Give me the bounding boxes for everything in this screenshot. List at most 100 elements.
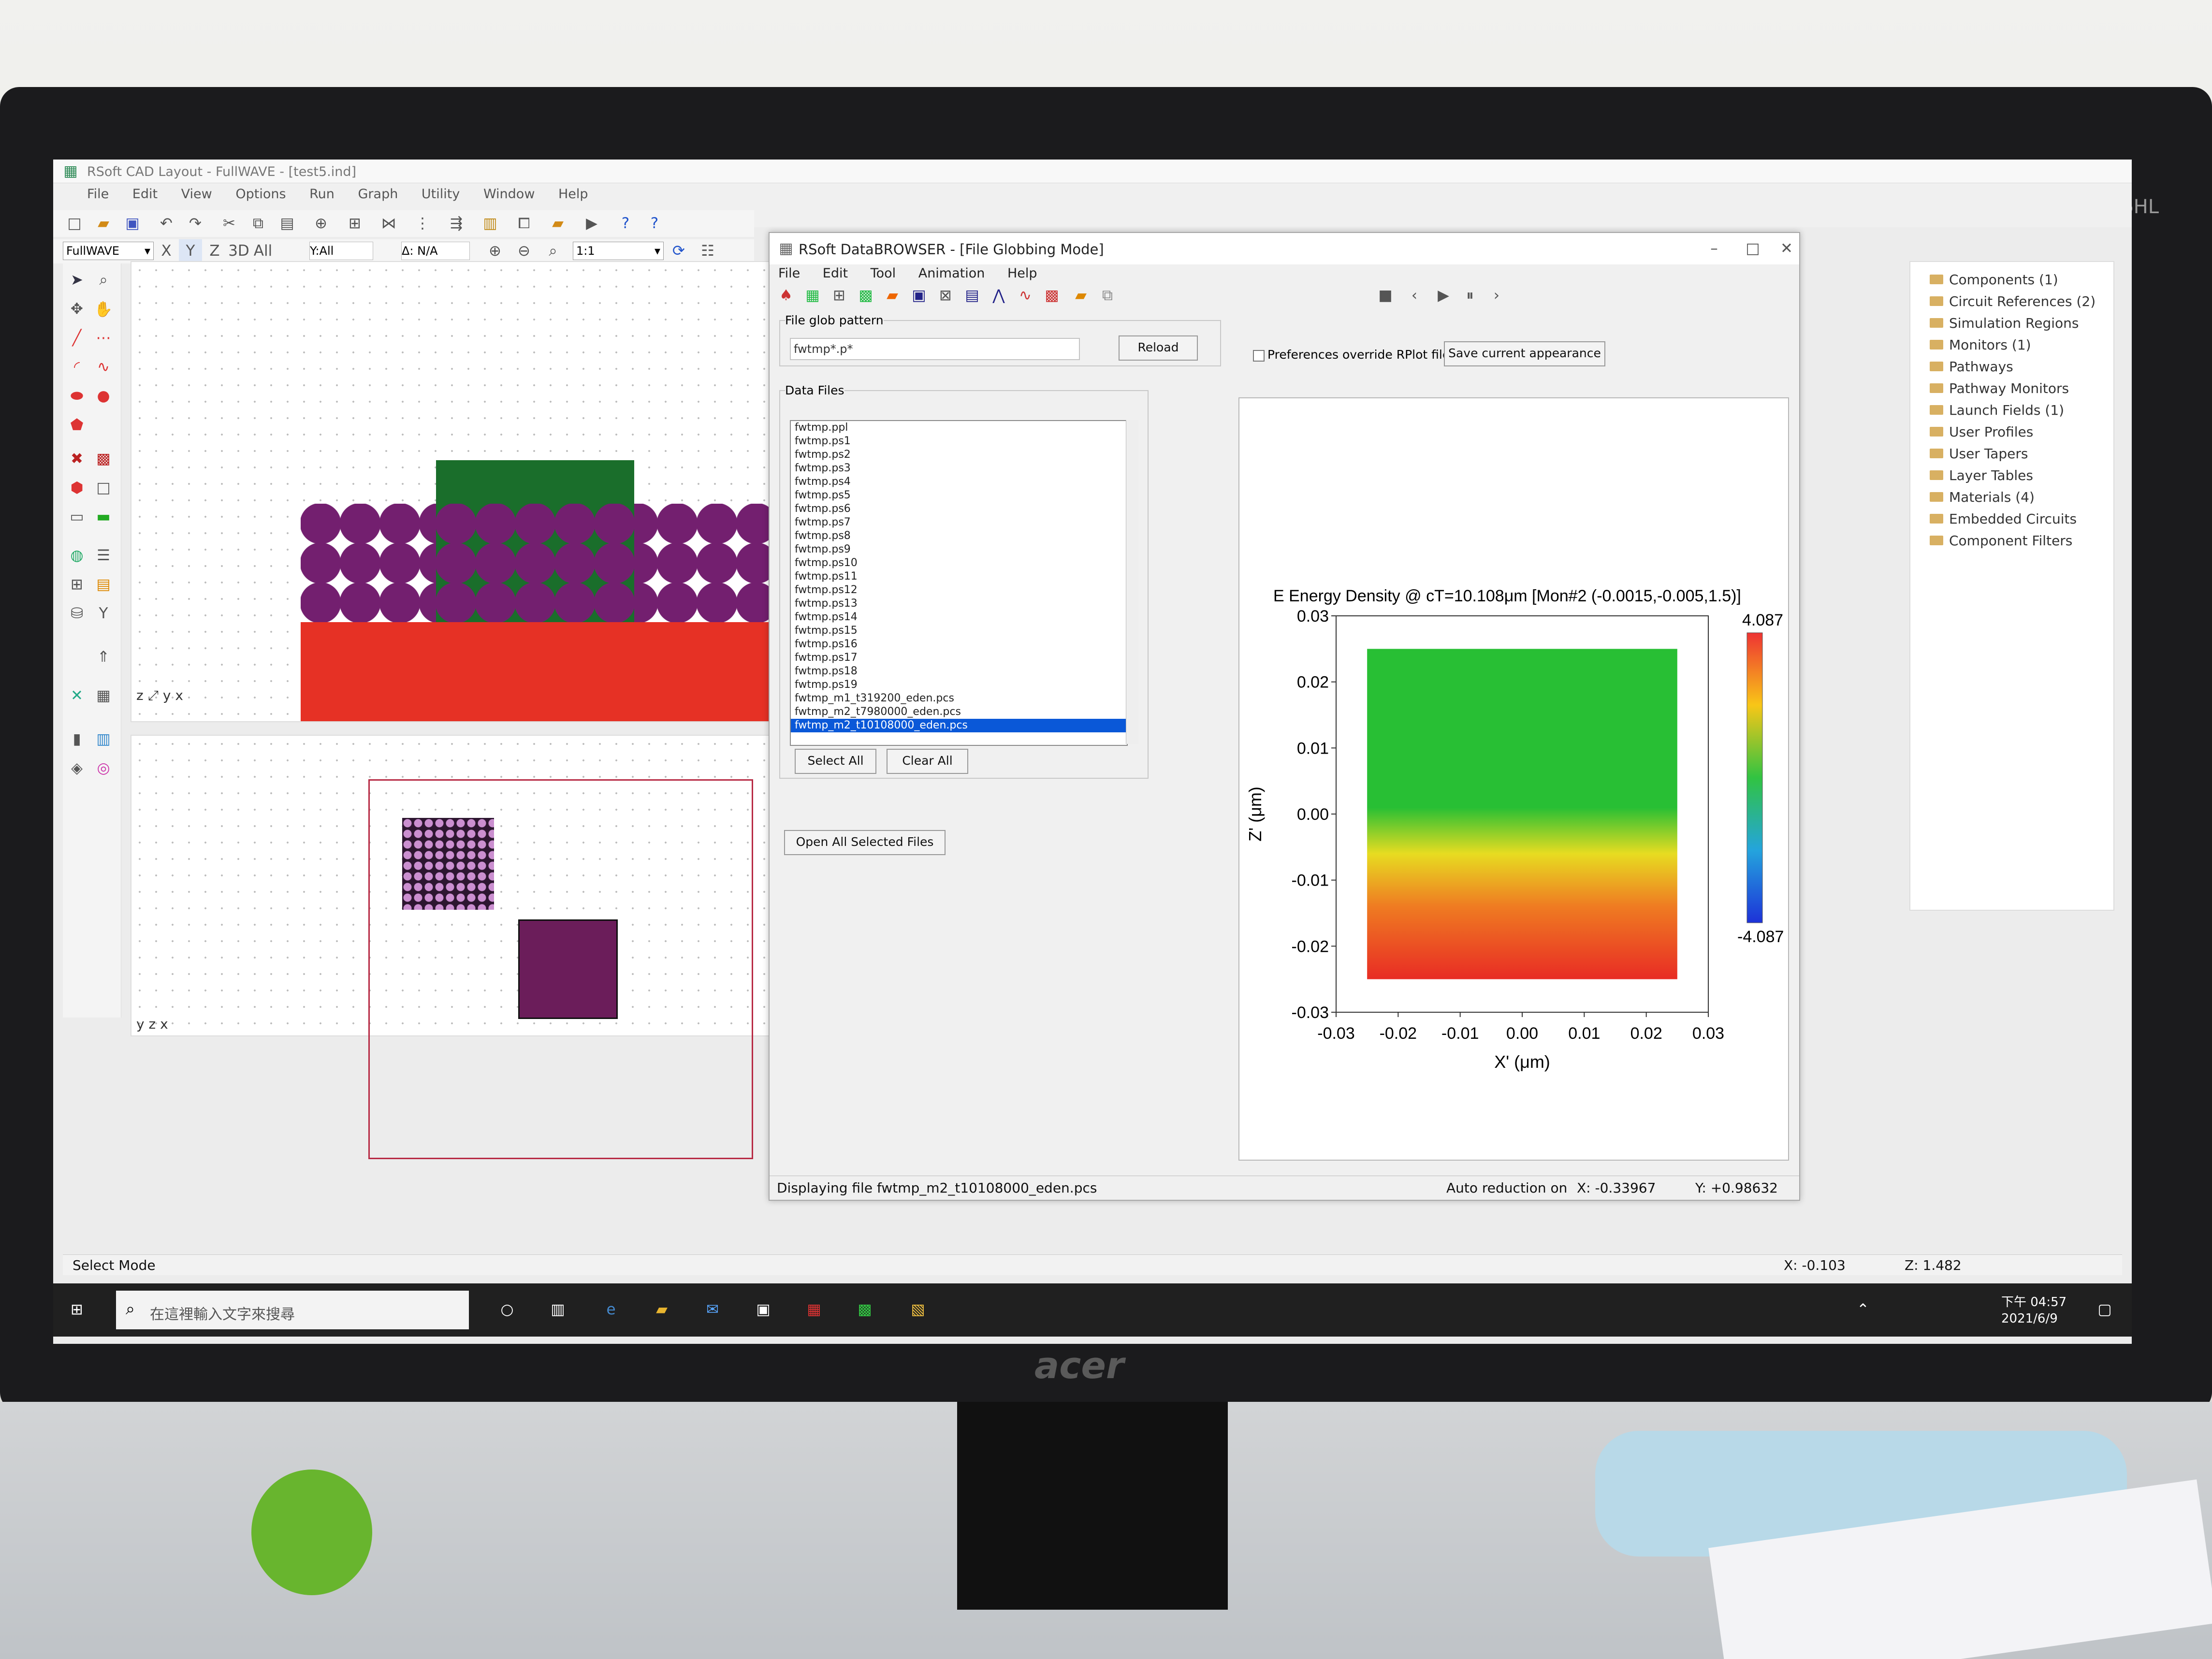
list-item[interactable]: fwtmp.ps19 <box>791 678 1127 692</box>
layout-window-icon[interactable]: ▥ <box>479 212 502 235</box>
menu-utility[interactable]: Utility <box>422 187 460 202</box>
lines-icon[interactable]: ⋀ <box>987 284 1010 307</box>
close-icon[interactable]: ✕ <box>1775 237 1798 260</box>
save-icon[interactable]: ▣ <box>121 212 144 235</box>
tree-item-embedded-circuits[interactable]: Embedded Circuits <box>1930 511 2077 527</box>
menu-help[interactable]: Help <box>558 187 588 202</box>
network-icon[interactable]: ⊞ <box>65 573 88 596</box>
list-item[interactable]: fwtmp.ppl <box>791 421 1127 435</box>
zoom-out-icon[interactable]: ⊖ <box>512 239 536 262</box>
list-item[interactable]: fwtmp.ps11 <box>791 570 1127 583</box>
tree-item-simulation-regions[interactable]: Simulation Regions <box>1930 315 2079 331</box>
dots-icon[interactable]: ▩ <box>1040 284 1063 307</box>
tree-item-circuit-references[interactable]: Circuit References (2) <box>1930 293 2096 309</box>
file-explorer-icon[interactable]: ▰ <box>650 1298 673 1321</box>
text-tool-icon[interactable]: ▭ <box>65 505 88 528</box>
grid-tool-icon[interactable]: ▦ <box>92 684 115 707</box>
tree-item-layer-tables[interactable]: Layer Tables <box>1930 467 2033 483</box>
tree-item-components[interactable]: Components (1) <box>1930 272 2058 288</box>
cube-icon[interactable]: ⬢ <box>65 476 88 499</box>
list-item[interactable]: fwtmp.ps4 <box>791 475 1127 489</box>
taper-icon[interactable]: ⋯ <box>92 326 115 349</box>
copy-data-icon[interactable]: ⧉ <box>1096 284 1119 307</box>
minimize-icon[interactable]: – <box>1703 237 1726 260</box>
group-icon[interactable]: ⊕ <box>309 212 333 235</box>
xz-layout-view[interactable]: z ⤢ y x <box>131 261 843 722</box>
play-icon[interactable]: ▶ <box>1432 284 1455 307</box>
view-y-button[interactable]: Y <box>179 239 202 262</box>
undo-icon[interactable]: ↶ <box>155 212 178 235</box>
scale-select[interactable]: 1:1 ▾ <box>573 242 664 260</box>
list-item[interactable]: fwtmp.ps6 <box>791 502 1127 516</box>
tray-icons[interactable]: ⌃ <box>1851 1298 1875 1321</box>
ellipse-icon[interactable]: ⬬ <box>65 384 88 407</box>
folder-icon[interactable]: ▰ <box>546 212 569 235</box>
view-z-button[interactable]: Z <box>203 239 226 262</box>
store-icon[interactable]: ▣ <box>752 1298 775 1321</box>
menu-options[interactable]: Options <box>235 187 286 202</box>
list-item[interactable]: fwtmp.ps18 <box>791 665 1127 678</box>
data-files-list[interactable]: fwtmp.ppl fwtmp.ps1 fwtmp.ps2 fwtmp.ps3 … <box>790 420 1128 746</box>
cross-icon[interactable]: ✖ <box>65 447 88 470</box>
tree-item-monitors[interactable]: Monitors (1) <box>1930 337 2031 353</box>
refresh-icon[interactable]: ⟳ <box>667 239 690 262</box>
image-plot-icon[interactable]: ▣ <box>907 284 931 307</box>
grid-plot-icon[interactable]: ⊞ <box>828 284 851 307</box>
list-scrollbar[interactable] <box>1126 420 1138 744</box>
plot-icon[interactable]: ♠ <box>774 284 798 307</box>
tree-item-user-tapers[interactable]: User Tapers <box>1930 446 2028 462</box>
save-appearance-button[interactable]: Save current appearance <box>1444 341 1605 366</box>
arc-icon[interactable]: ◜ <box>65 355 88 378</box>
browser-menu-help[interactable]: Help <box>1007 266 1037 281</box>
launch-icon[interactable]: ⇑ <box>92 645 115 669</box>
browser-menu-edit[interactable]: Edit <box>823 266 848 281</box>
selected-list-item[interactable]: fwtmp_m2_t10108000_eden.pcs <box>791 719 1127 732</box>
circle-icon[interactable]: ● <box>92 384 115 407</box>
bpm-icon[interactable]: ▬ <box>92 505 115 528</box>
menu-window[interactable]: Window <box>483 187 535 202</box>
next-icon[interactable]: › <box>1485 284 1508 307</box>
list-item[interactable]: fwtmp.ps12 <box>791 583 1127 597</box>
globe-icon[interactable]: ◍ <box>65 544 88 567</box>
view-x-button[interactable]: X <box>155 239 178 262</box>
list-item[interactable]: fwtmp.ps17 <box>791 651 1127 665</box>
windows-start-icon[interactable]: ⊞ <box>65 1298 88 1321</box>
open-folder-icon[interactable]: ▰ <box>92 212 115 235</box>
selected-lattice[interactable] <box>518 919 618 1019</box>
list-item[interactable]: fwtmp.ps8 <box>791 529 1127 543</box>
list-item[interactable]: fwtmp.ps9 <box>791 543 1127 556</box>
open-all-selected-button[interactable]: Open All Selected Files <box>784 830 946 855</box>
list-item[interactable]: fwtmp_m1_t319200_eden.pcs <box>791 692 1127 705</box>
connect-icon[interactable]: ⋈ <box>377 212 400 235</box>
edit-tool-icon[interactable]: ✥ <box>65 297 88 320</box>
browser-menu-tool[interactable]: Tool <box>871 266 896 281</box>
menu-run[interactable]: Run <box>309 187 335 202</box>
palette-icon[interactable]: ▰ <box>881 284 904 307</box>
menu-file[interactable]: File <box>87 187 109 202</box>
notification-icon[interactable]: ▢ <box>2093 1298 2116 1321</box>
surface-icon[interactable]: ▩ <box>854 284 877 307</box>
select-arrow-icon[interactable]: ➤ <box>65 268 88 291</box>
mesh-icon[interactable]: ⊠ <box>934 284 957 307</box>
paste-icon[interactable]: ▤ <box>276 212 299 235</box>
list-item[interactable]: fwtmp.ps16 <box>791 638 1127 651</box>
mail-icon[interactable]: ✉ <box>701 1298 724 1321</box>
windows-icon[interactable]: ⧠ <box>512 212 536 235</box>
wave-icon[interactable]: ∿ <box>1014 284 1037 307</box>
monitor-tool-icon[interactable]: ▮ <box>65 728 88 751</box>
redo-icon[interactable]: ↷ <box>184 212 207 235</box>
fiber-icon[interactable]: ⛁ <box>65 602 88 625</box>
list-item[interactable]: fwtmp_m2_t7980000_eden.pcs <box>791 705 1127 719</box>
contour-icon[interactable]: ▦ <box>801 284 824 307</box>
tree-item-pathways[interactable]: Pathways <box>1930 359 2013 375</box>
list-item[interactable]: fwtmp.ps3 <box>791 462 1127 475</box>
view-all-button[interactable]: All <box>251 239 275 262</box>
select-all-button[interactable]: Select All <box>795 749 876 774</box>
tree-item-component-filters[interactable]: Component Filters <box>1930 533 2072 549</box>
list-icon[interactable]: ☰ <box>92 544 115 567</box>
lattice-icon[interactable]: ▩ <box>92 447 115 470</box>
zoom-fit-icon[interactable]: ⌕ <box>541 239 565 262</box>
menu-view[interactable]: View <box>181 187 212 202</box>
layers-icon[interactable]: ☷ <box>696 239 719 262</box>
cortana-icon[interactable]: ○ <box>495 1298 519 1321</box>
